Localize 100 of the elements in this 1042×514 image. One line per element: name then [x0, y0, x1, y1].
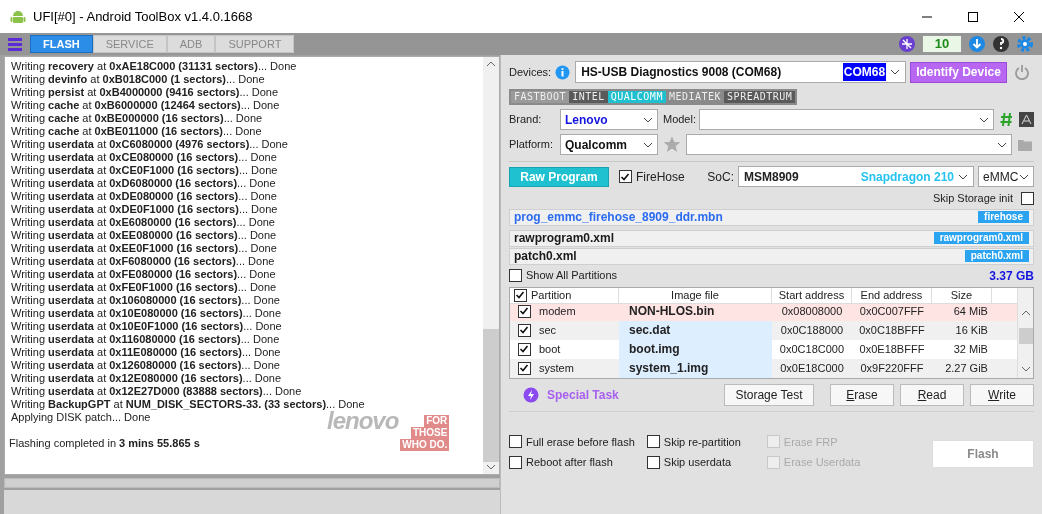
log-line: Writing userdata at 0xC6080000 (4976 sectors)... Done — [11, 138, 288, 151]
checkbox[interactable] — [646, 435, 660, 449]
file-tag: patch0.xml — [964, 250, 1029, 262]
table-cell-text: modem — [538, 303, 576, 319]
log-line: Writing recovery at 0xAE18C000 (31131 sectors)... Done — [11, 60, 297, 73]
log-line: Writing userdata at 0x11E080000 (16 sectors)... Done — [11, 346, 281, 359]
download-icon[interactable] — [968, 35, 986, 53]
checkbox[interactable] — [517, 304, 531, 318]
table-cell-text: 0x0C188000 — [779, 322, 845, 338]
caret-icon — [642, 116, 653, 123]
log-line: Writing userdata at 0xCE0F1000 (16 sectors)... Done — [11, 164, 278, 177]
checkbox[interactable] — [508, 269, 522, 282]
file-tag: rawprogram0.xml — [933, 232, 1029, 244]
log-line: Writing userdata at 0x12E080000 (16 sectors)... Done — [11, 372, 282, 385]
column-header[interactable]: Image file — [671, 286, 719, 304]
menu-icon[interactable] — [8, 37, 22, 51]
table-cell-text: sec — [538, 322, 557, 338]
table-cell-text: NON-HLOS.bin — [627, 303, 716, 320]
log-line: Writing cache at 0xBE000000 (16 sectors)... Done — [11, 112, 263, 125]
checkbox-label: Skip re-partition — [663, 434, 741, 450]
port-badge: COM68 — [842, 63, 887, 81]
checkbox[interactable] — [618, 170, 632, 183]
total-size: 3.37 GB — [989, 267, 1034, 285]
action-button[interactable]: Write — [970, 383, 1034, 406]
checkbox[interactable] — [517, 323, 531, 337]
platform-tab[interactable]: INTEL — [569, 91, 608, 103]
log-line: Applying DISK patch... Done — [11, 411, 151, 424]
dropdown[interactable]: eMMC — [978, 166, 1034, 187]
soc-dropdown[interactable]: MSM8909 Snapdragon 210 — [738, 166, 974, 187]
table-cell-text: system — [538, 360, 574, 376]
action-button[interactable]: Erase — [830, 383, 894, 406]
table-cell-text: 0x0E18BFFF — [858, 341, 926, 357]
brand-tagline: THOSE — [410, 427, 450, 439]
table-cell-text: boot — [538, 341, 561, 357]
file-row[interactable]: patch0.xml patch0.xml — [508, 247, 1034, 265]
log-line: Writing devinfo at 0xB018C000 (1 sectors)... Done — [11, 73, 265, 86]
table-cell-text: 0x0E18C000 — [779, 360, 845, 376]
dropdown[interactable]: Qualcomm — [559, 134, 658, 155]
scroll-down-icon[interactable] — [1020, 365, 1031, 372]
scrollbar[interactable] — [482, 57, 499, 474]
credit-counter: 10 — [922, 35, 962, 53]
brand-tagline: FOR — [424, 415, 450, 427]
log-line: Writing userdata at 0x10E0F1000 (16 sectors)... Done — [11, 320, 282, 333]
checkbox[interactable] — [508, 435, 522, 449]
brand-logo: lenovo — [327, 409, 399, 433]
checkbox-label: Skip userdata — [663, 455, 732, 470]
dropdown[interactable]: Lenovo — [559, 109, 658, 130]
field-label: Devices: — [508, 64, 552, 80]
log-line: Writing cache at 0xB6000000 (12464 sectors)... Done — [11, 99, 280, 112]
device-dropdown[interactable]: HS-USB Diagnostics 9008 (COM68) COM68 — [575, 61, 907, 83]
table-cell-text: 64 MiB — [952, 303, 989, 319]
table-cell-text: 0x0C007FFF — [858, 303, 926, 319]
column-header[interactable]: Start address — [778, 286, 845, 304]
window-title: UFI[#0] - Android ToolBox v1.4.0.1668 — [33, 7, 253, 26]
scroll-thumb[interactable] — [1018, 327, 1033, 344]
field-label: Model: — [662, 112, 696, 128]
help-icon[interactable] — [992, 35, 1010, 53]
column-header[interactable]: Size — [950, 286, 973, 304]
info-icon — [555, 64, 571, 80]
log-line: Writing userdata at 0x116080000 (16 sectors)... Done — [11, 333, 280, 346]
checkbox[interactable] — [508, 455, 522, 469]
checkbox[interactable] — [517, 342, 531, 356]
action-button[interactable]: Read — [900, 383, 964, 406]
table-cell-text: 2.27 GiB — [944, 360, 989, 376]
column-header[interactable]: End address — [860, 286, 923, 304]
log-line: Writing cache at 0xBE011000 (16 sectors)... Done — [11, 125, 262, 138]
action-button[interactable]: Storage Test — [724, 383, 814, 406]
checkbox-label: Full erase before flash — [525, 434, 635, 450]
caret-icon — [979, 116, 989, 123]
file-tag: firehose — [978, 211, 1029, 223]
log-line: Writing userdata at 0x126080000 (16 sectors)... Done — [11, 359, 280, 372]
column-header[interactable]: Partition — [530, 286, 572, 304]
scroll-down-icon[interactable] — [485, 464, 496, 470]
scroll-thumb[interactable] — [482, 329, 499, 462]
log-line: Writing userdata at 0xFE080000 (16 sectors)... Done — [11, 268, 276, 281]
log-line: Writing userdata at 0xFE0F1000 (16 sectors)... Done — [11, 281, 277, 294]
scrollbar[interactable] — [1017, 287, 1033, 378]
brand-tagline: WHO DO. — [400, 439, 450, 451]
checkbox[interactable] — [517, 361, 531, 375]
caret-icon — [996, 141, 1007, 148]
table-cell-text: 32 MiB — [952, 341, 989, 357]
file-row[interactable]: prog_emmc_firehose_8909_ddr.mbn firehose — [508, 208, 1034, 226]
log-line: Writing userdata at 0xDE080000 (16 sectors)... Done — [11, 190, 277, 203]
platform-tab[interactable]: SPREADTRUM — [724, 91, 796, 103]
file-row[interactable]: rawprogram0.xml rawprogram0.xml — [508, 229, 1034, 247]
star-icon[interactable] — [662, 136, 681, 153]
scroll-up-icon[interactable] — [1020, 309, 1031, 316]
field-label: Brand: — [508, 112, 543, 128]
checkbox-label: Skip Storage init — [932, 191, 1013, 206]
checkbox[interactable] — [646, 455, 660, 469]
table-cell-text: 0x08008000 — [780, 303, 844, 319]
checkbox-label: Show All Partitions — [525, 268, 618, 284]
scroll-up-icon[interactable] — [485, 61, 496, 67]
log-line: Writing userdata at 0xF6080000 (16 sectors)... Done — [11, 255, 275, 268]
checkbox[interactable] — [513, 288, 527, 302]
checkbox[interactable] — [1021, 191, 1034, 205]
log-line: Writing userdata at 0xD6080000 (16 sectors)... Done — [11, 177, 276, 190]
settings-icon[interactable] — [1016, 35, 1034, 53]
table-cell-text: 0x9F220FFF — [859, 360, 925, 376]
log-line: Writing userdata at 0xDE0F1000 (16 sectors)... Done — [11, 203, 278, 216]
